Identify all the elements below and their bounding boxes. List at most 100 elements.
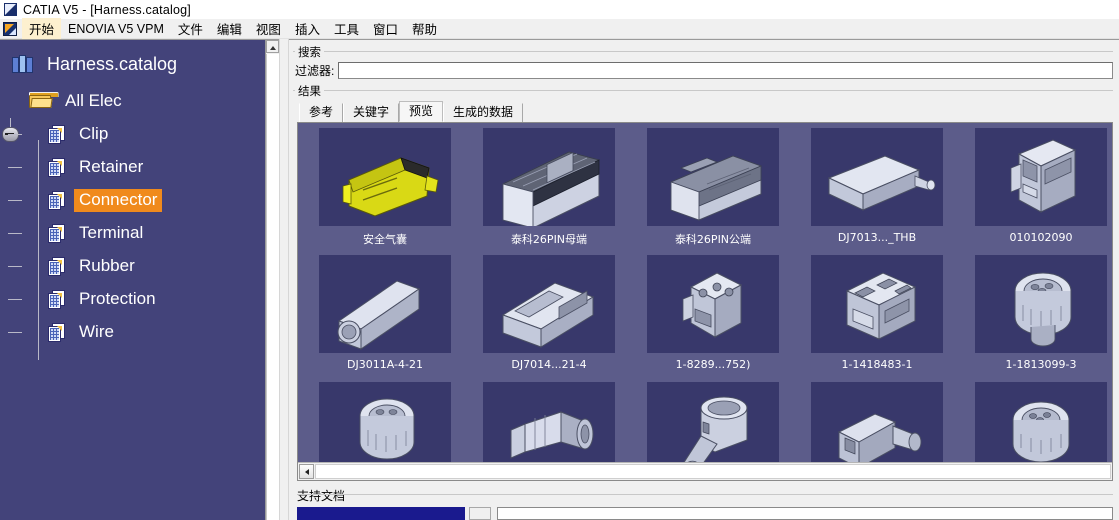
gallery-item[interactable] <box>632 381 794 462</box>
item-caption: DJ3011A-4-21 <box>347 358 423 371</box>
support-path-field[interactable] <box>497 506 1113 520</box>
item-thumbnail <box>975 255 1107 353</box>
item-thumbnail <box>811 255 943 353</box>
filter-row: 过滤器: <box>295 62 1113 79</box>
gallery-item[interactable] <box>960 381 1112 462</box>
gallery-horizontal-scrollbar[interactable] <box>298 462 1112 480</box>
preview-grid: 安全气囊 泰科26PIN母端 泰科26PIN公端 DJ7013..._THB 0… <box>304 127 1112 462</box>
gallery-scroll-track[interactable] <box>315 464 1111 479</box>
tree-node-all-elec[interactable]: All Elec <box>8 84 279 118</box>
tree-item-label-selected: Connector <box>74 189 163 212</box>
item-thumbnail <box>647 255 779 353</box>
panel-splitter[interactable] <box>279 39 289 520</box>
menu-item-help[interactable]: 帮助 <box>405 18 444 39</box>
tree-node-connector[interactable]: Connector <box>8 184 279 217</box>
gallery-item[interactable] <box>796 381 958 462</box>
catia-logo-icon <box>4 3 17 16</box>
tree-scroll-track[interactable] <box>266 54 279 520</box>
support-group: 支持文档 <box>297 487 1113 504</box>
item-caption: DJ7014...21-4 <box>511 358 587 371</box>
main-content-area: Harness.catalog All Elec Clip Retainer C… <box>0 39 1119 520</box>
tree-node-terminal[interactable]: Terminal <box>8 217 279 250</box>
catalog-tree: Harness.catalog All Elec Clip Retainer C… <box>0 40 279 360</box>
item-caption: 泰科26PIN公端 <box>674 233 752 246</box>
item-thumbnail <box>319 382 451 462</box>
filter-input[interactable] <box>338 62 1113 79</box>
tree-node-protection[interactable]: Protection <box>8 283 279 316</box>
tree-node-clip[interactable]: Clip <box>8 118 279 151</box>
scroll-up-arrow-icon[interactable] <box>266 40 279 53</box>
menu-item-edit[interactable]: 编辑 <box>210 18 249 39</box>
gallery-item[interactable]: DJ3011A-4-21 <box>304 254 466 380</box>
item-caption: 1-1418483-1 <box>841 358 913 371</box>
scroll-left-arrow-icon[interactable] <box>299 464 314 479</box>
item-caption: DJ7013..._THB <box>837 231 917 244</box>
gallery-item[interactable]: 010102090 <box>960 127 1112 253</box>
item-thumbnail <box>811 382 943 462</box>
tree-vertical-scrollbar[interactable] <box>265 40 279 520</box>
gallery-item[interactable]: DJ7013..._THB <box>796 127 958 253</box>
preview-gallery[interactable]: 安全气囊 泰科26PIN母端 泰科26PIN公端 DJ7013..._THB 0… <box>298 123 1112 462</box>
menu-item-tools[interactable]: 工具 <box>327 18 366 39</box>
gallery-item[interactable] <box>304 381 466 462</box>
tree-node-retainer[interactable]: Retainer <box>8 151 279 184</box>
window-title: CATIA V5 - [Harness.catalog] <box>23 2 191 17</box>
gallery-item[interactable] <box>468 381 630 462</box>
tree-folder-label: All Elec <box>65 90 122 110</box>
results-group: 结果 <box>293 83 1113 99</box>
item-thumbnail <box>319 255 451 353</box>
chapter-icon <box>48 322 66 343</box>
catia-start-icon[interactable] <box>3 21 17 36</box>
item-thumbnail <box>647 128 779 226</box>
tree-item-label: Protection <box>79 289 156 308</box>
folder-open-icon <box>29 92 59 110</box>
tree-node-rubber[interactable]: Rubber <box>8 250 279 283</box>
catalog-browser-panel: 搜索 过滤器: 结果 参考 关键字 预览 生成的数据 安全气囊 泰科26PIN母… <box>289 39 1119 520</box>
menu-item-window[interactable]: 窗口 <box>366 18 405 39</box>
item-thumbnail <box>647 382 779 462</box>
group-rule <box>293 51 1113 52</box>
tree-node-root[interactable]: Harness.catalog <box>8 46 279 84</box>
results-tab-strip: 参考 关键字 预览 生成的数据 <box>299 101 1113 122</box>
search-group: 搜索 <box>293 44 1113 60</box>
chapter-icon <box>48 157 66 178</box>
gallery-item[interactable]: 泰科26PIN公端 <box>632 127 794 253</box>
menu-bar: 开始 ENOVIA V5 VPM 文件 编辑 视图 插入 工具 窗口 帮助 <box>0 18 1119 39</box>
tree-item-label: Retainer <box>79 157 144 176</box>
gallery-item[interactable]: 安全气囊 <box>304 127 466 253</box>
gallery-item[interactable]: 1-1813099-3 <box>960 254 1112 380</box>
item-thumbnail <box>483 128 615 226</box>
tree-node-wire[interactable]: Wire <box>8 316 279 349</box>
catia-application-window: CATIA V5 - [Harness.catalog] 开始 ENOVIA V… <box>0 0 1119 520</box>
tab-keywords[interactable]: 关键字 <box>343 103 400 122</box>
tab-reference[interactable]: 参考 <box>299 103 344 122</box>
gallery-item[interactable]: 1-8289...752) <box>632 254 794 380</box>
menu-item-enovia[interactable]: ENOVIA V5 VPM <box>61 21 171 37</box>
menu-item-file[interactable]: 文件 <box>171 18 210 39</box>
support-button[interactable] <box>469 506 491 520</box>
tab-generated-data[interactable]: 生成的数据 <box>443 103 524 122</box>
chapter-icon <box>48 190 66 211</box>
tree-item-label: Clip <box>79 124 109 143</box>
item-thumbnail <box>811 128 943 226</box>
chapter-icon <box>48 223 66 244</box>
tree-item-label: Rubber <box>79 256 135 275</box>
item-thumbnail <box>483 382 615 462</box>
menu-item-insert[interactable]: 插入 <box>288 18 327 39</box>
group-rule <box>297 494 1113 495</box>
tab-preview[interactable]: 预览 <box>399 101 444 122</box>
gallery-item[interactable]: 1-1418483-1 <box>796 254 958 380</box>
catalog-icon <box>12 54 34 76</box>
group-rule <box>293 90 1113 91</box>
item-thumbnail <box>319 128 451 226</box>
item-thumbnail <box>975 382 1107 462</box>
chapter-icon <box>48 289 66 310</box>
item-caption: 安全气囊 <box>363 233 407 246</box>
menu-item-start[interactable]: 开始 <box>22 18 62 39</box>
menu-item-view[interactable]: 视图 <box>249 18 288 39</box>
gallery-item[interactable]: 泰科26PIN母端 <box>468 127 630 253</box>
gallery-item[interactable]: DJ7014...21-4 <box>468 254 630 380</box>
support-selected-item[interactable] <box>297 506 465 520</box>
item-caption: 泰科26PIN母端 <box>510 233 588 246</box>
item-thumbnail <box>975 128 1107 226</box>
